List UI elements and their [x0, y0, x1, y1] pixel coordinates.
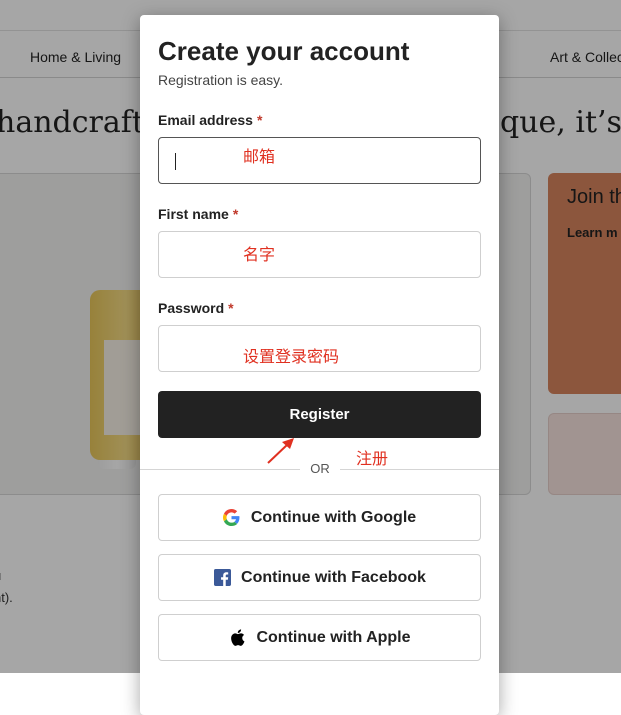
password-label: Password *: [158, 300, 234, 316]
first-name-label-text: First name: [158, 206, 229, 222]
google-button-label: Continue with Google: [250, 508, 417, 526]
required-mark: *: [256, 112, 263, 128]
apple-button[interactable]: Continue with Apple: [158, 614, 481, 661]
modal-subtitle: Registration is easy.: [158, 72, 284, 88]
apple-icon: [228, 629, 246, 647]
text-caret: [175, 153, 176, 170]
password-label-text: Password: [158, 300, 225, 316]
email-label-text: Email address: [158, 112, 253, 128]
first-name-label: First name *: [158, 206, 238, 222]
email-label: Email address *: [158, 112, 262, 128]
annotation-email: 邮箱: [243, 149, 276, 166]
first-name-input[interactable]: [158, 231, 481, 278]
required-mark: *: [232, 206, 239, 222]
arrow-annotation: [267, 438, 294, 464]
email-input[interactable]: [158, 137, 481, 184]
annotation-first-name: 名字: [243, 247, 276, 264]
required-mark: *: [228, 300, 234, 316]
facebook-button-label: Continue with Facebook: [241, 568, 426, 586]
facebook-button[interactable]: Continue with Facebook: [158, 554, 481, 601]
google-icon: [223, 509, 241, 527]
register-button[interactable]: Register: [158, 391, 481, 438]
apple-button-label: Continue with Apple: [256, 628, 411, 646]
or-label: OR: [300, 461, 340, 476]
modal-title: Create your account: [158, 36, 410, 66]
google-button[interactable]: Continue with Google: [158, 494, 481, 541]
facebook-icon: [213, 569, 231, 587]
annotation-register: 注册: [356, 451, 389, 468]
annotation-password: 设置登录密码: [243, 349, 340, 366]
